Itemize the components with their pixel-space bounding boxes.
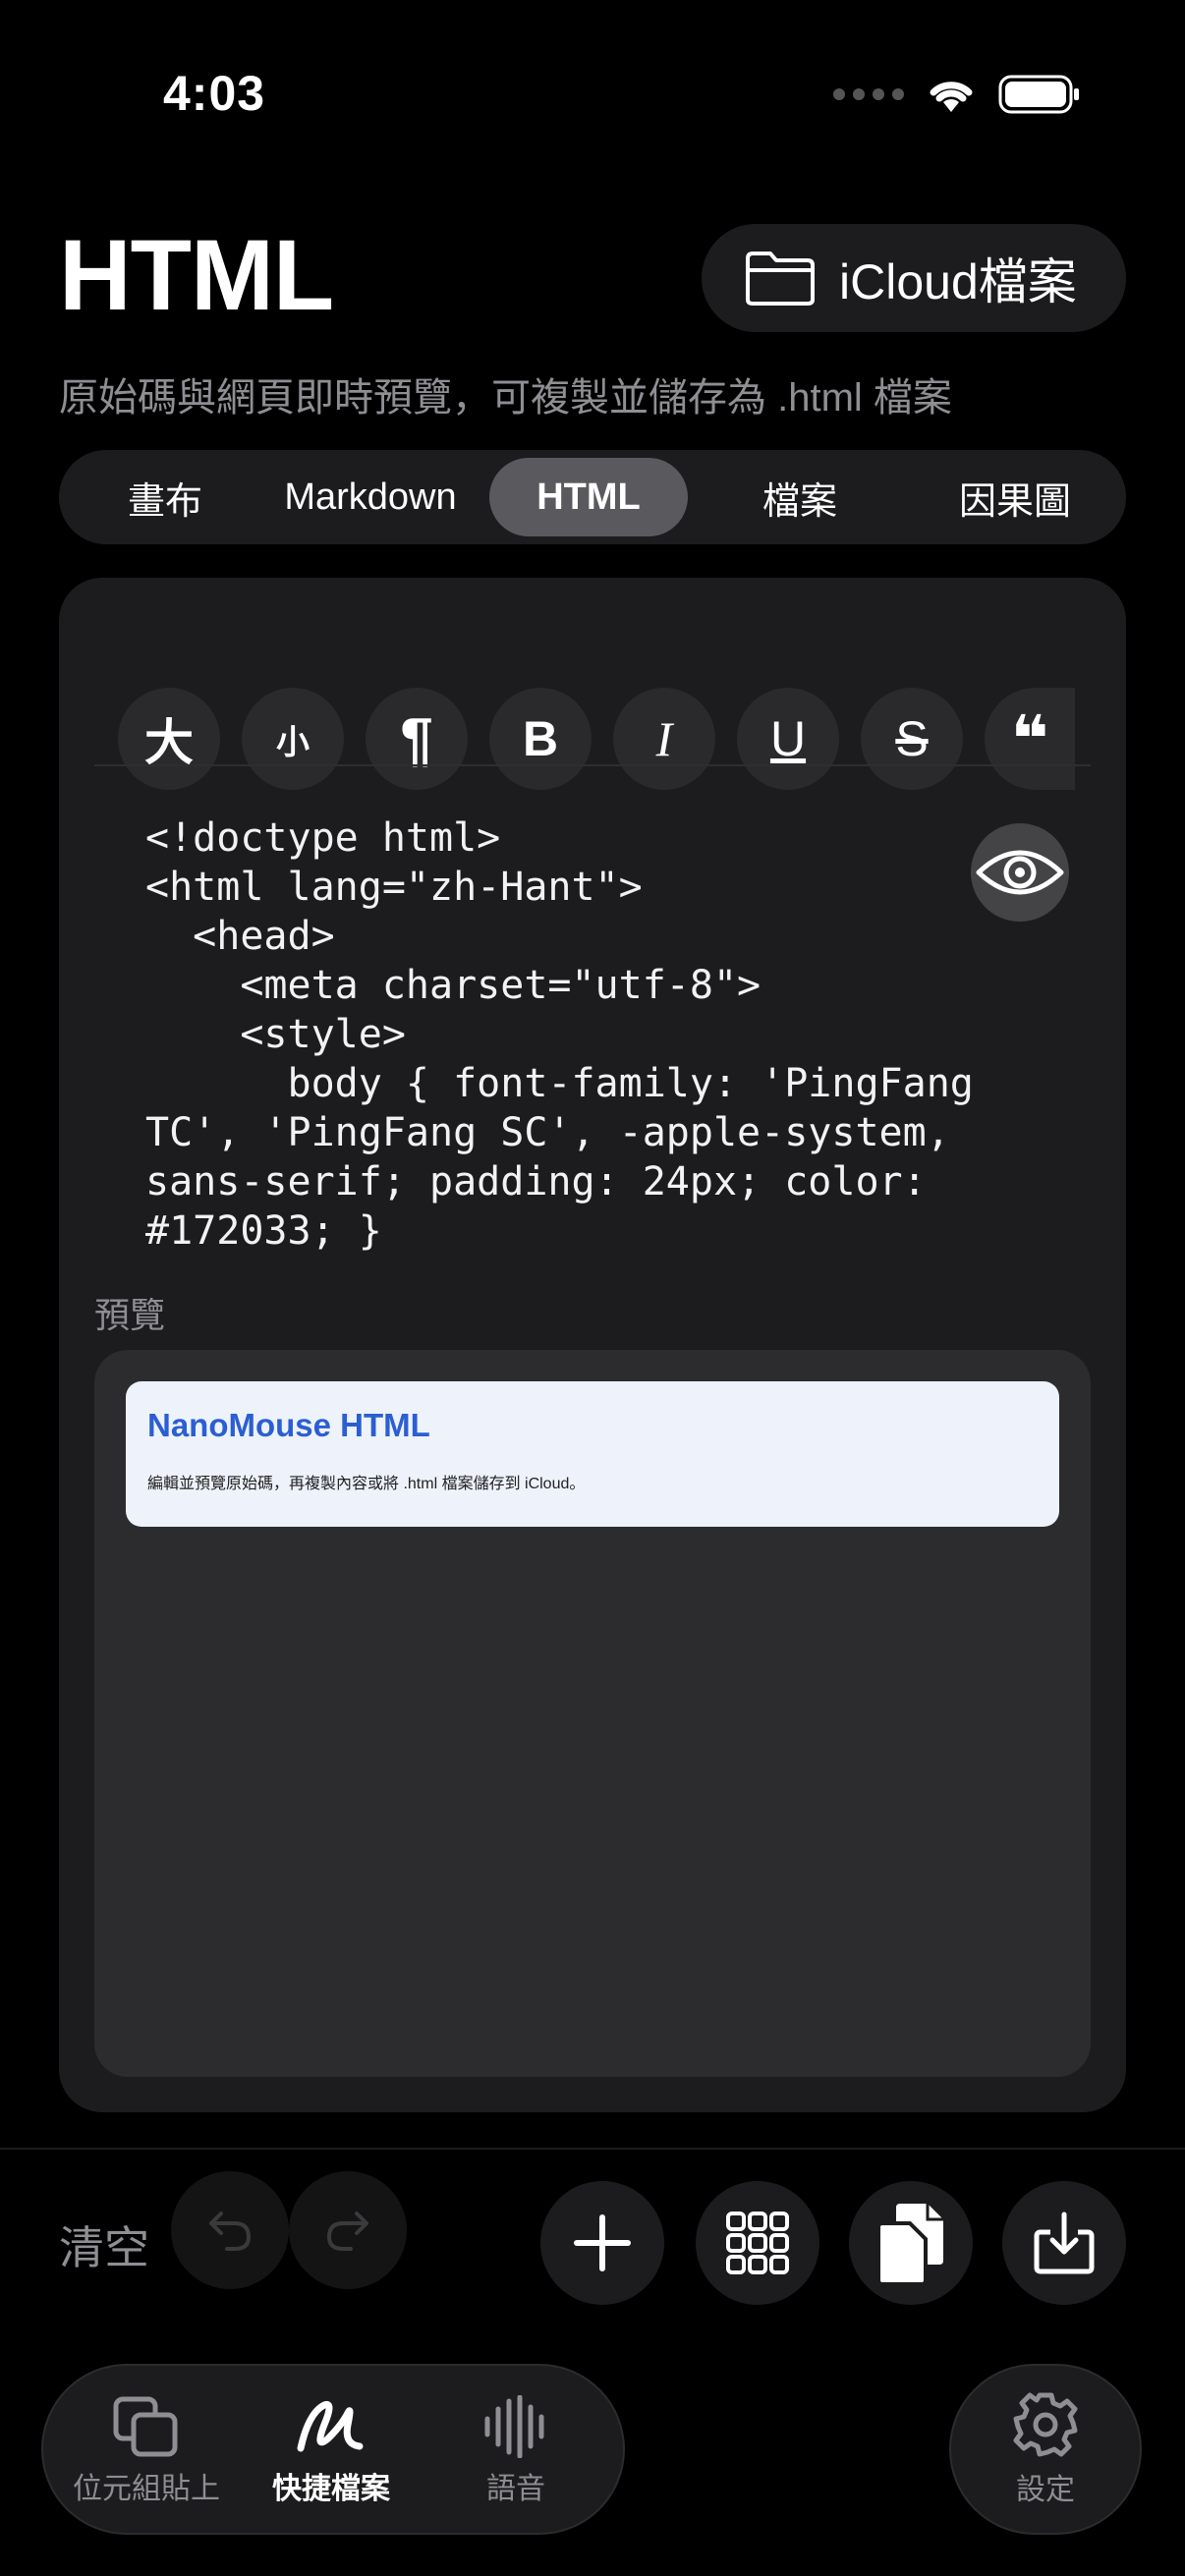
folder-icon [746, 252, 815, 306]
page-subtitle: 原始碼與網頁即時預覽，可複製並儲存為 .html 檔案 [59, 376, 952, 420]
waveform-icon [484, 2395, 544, 2458]
download-tray-icon [1034, 2212, 1095, 2274]
plus-icon [574, 2214, 631, 2271]
paragraph-button[interactable]: ¶ [366, 688, 468, 790]
signal-dots-icon [833, 88, 904, 100]
grid-button[interactable] [696, 2181, 819, 2305]
wifi-icon [930, 82, 973, 112]
settings-button[interactable]: 設定 [949, 2364, 1142, 2535]
editor-card: 大 小 ¶ B I U S ❝ <!doctype html> <html la… [59, 578, 1126, 2112]
eye-icon [976, 850, 1064, 895]
tab-markdown[interactable]: Markdown [263, 458, 478, 536]
icloud-files-label: iCloud檔案 [839, 254, 1077, 309]
tab-byte-paste[interactable]: 位元組貼上 [63, 2395, 230, 2507]
tab-voice-label: 語音 [486, 2473, 545, 2505]
eye-preview-button[interactable] [971, 823, 1069, 922]
underline-button[interactable]: U [737, 688, 839, 790]
grid-icon [726, 2212, 789, 2274]
strikethrough-button[interactable]: S [861, 688, 963, 790]
status-indicators [833, 75, 1081, 114]
tab-byte-paste-label: 位元組貼上 [73, 2473, 220, 2505]
tab-quick-files[interactable]: 快捷檔案 [248, 2395, 415, 2507]
html-code-editor[interactable]: <!doctype html> <html lang="zh-Hant"> <h… [145, 813, 974, 1256]
preview-body-text: 編輯並預覽原始碼，再複製內容或將 .html 檔案儲存到 iCloud。 [147, 1476, 586, 1492]
add-button[interactable] [540, 2181, 664, 2305]
undo-button[interactable] [171, 2171, 289, 2289]
settings-label: 設定 [1016, 2474, 1075, 2506]
save-download-button[interactable] [1002, 2181, 1126, 2305]
italic-button[interactable]: I [613, 688, 715, 790]
scribble-icon [297, 2401, 364, 2452]
clear-button[interactable]: 清空 [59, 2212, 149, 2277]
preview-pane: NanoMouse HTML 編輯並預覽原始碼，再複製內容或將 .html 檔案… [94, 1350, 1091, 2077]
bottom-tab-bar: 位元組貼上 快捷檔案 語音 [41, 2364, 625, 2535]
page-title: HTML [59, 219, 334, 331]
battery-icon [998, 75, 1079, 114]
quote-button[interactable]: ❝ [985, 688, 1075, 790]
format-large-button[interactable]: 大 [118, 688, 220, 790]
toolbar-divider [94, 764, 1091, 766]
redo-icon [326, 2212, 368, 2251]
preview-rendered-page: NanoMouse HTML 編輯並預覽原始碼，再複製內容或將 .html 檔案… [126, 1381, 1059, 1527]
status-time: 4:03 [163, 66, 266, 121]
tab-canvas[interactable]: 畫布 [67, 458, 263, 536]
undo-icon [209, 2212, 252, 2251]
mode-segmented-control: 畫布 Markdown HTML 檔案 因果圖 [59, 450, 1126, 544]
tab-quick-files-label: 快捷檔案 [272, 2473, 390, 2505]
copy-docs-icon [876, 2204, 943, 2284]
preview-label: 預覽 [94, 1295, 166, 1335]
tab-causal-diagram[interactable]: 因果圖 [912, 458, 1118, 536]
copy-stack-icon [113, 2396, 178, 2457]
icloud-files-button[interactable]: iCloud檔案 [702, 224, 1126, 332]
format-small-button[interactable]: 小 [242, 688, 344, 790]
tab-voice[interactable]: 語音 [432, 2395, 599, 2507]
gear-icon [1013, 2392, 1078, 2457]
bold-button[interactable]: B [489, 688, 592, 790]
tab-html[interactable]: HTML [489, 458, 688, 536]
preview-heading: NanoMouse HTML [147, 1407, 430, 1443]
tab-files[interactable]: 檔案 [700, 458, 900, 536]
bottom-divider [0, 2148, 1185, 2150]
redo-button[interactable] [289, 2171, 407, 2289]
copy-button[interactable] [849, 2181, 973, 2305]
